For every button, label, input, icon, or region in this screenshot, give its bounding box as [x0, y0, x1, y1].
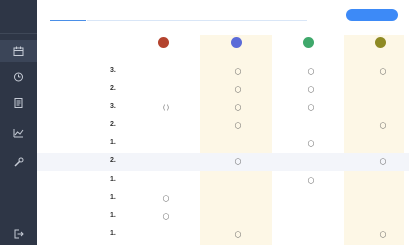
row-date [47, 210, 95, 216]
availability-mark[interactable]: ◯ [234, 104, 242, 112]
row-count: 2. [110, 121, 116, 128]
row-count: 2. [110, 85, 116, 92]
row-count: 3. [110, 103, 116, 110]
table-row[interactable]: 2. ◯ ◯ [37, 117, 409, 135]
availability-mark[interactable]: ◯ [234, 86, 242, 94]
column-header[interactable] [303, 35, 317, 63]
title-underline [50, 20, 86, 21]
row-date [47, 119, 95, 125]
availability-mark[interactable]: ◯ [379, 122, 387, 130]
column-header[interactable] [158, 35, 172, 63]
sidebar-item-label [2, 237, 35, 243]
row-count: 1. [110, 230, 116, 237]
sidebar [0, 0, 37, 245]
row-time [47, 235, 95, 241]
sidebar-item-label [2, 106, 35, 112]
sidebar-item-logout[interactable] [0, 223, 37, 245]
availability-mark[interactable]: ◯ [307, 177, 315, 185]
row-time [47, 162, 95, 168]
row-date [47, 228, 95, 234]
wrench-icon [13, 154, 24, 167]
chart-icon [13, 125, 24, 138]
row-count: 1. [110, 212, 116, 219]
column-name [154, 49, 176, 61]
row-time [47, 217, 95, 223]
table-row[interactable]: 1. ◯ [37, 190, 409, 208]
row-time [47, 199, 95, 205]
brand-logo [2, 13, 35, 20]
table-row[interactable]: 1. ◯ [37, 208, 409, 226]
row-count: 2. [110, 157, 116, 164]
availability-mark[interactable]: ◯ [379, 68, 387, 76]
sidebar-item-label [2, 165, 35, 171]
divider [87, 20, 307, 21]
row-date [47, 137, 95, 143]
row-count: 1. [110, 139, 116, 146]
table-row[interactable]: 1. ◯ ◯ [37, 226, 409, 244]
row-count: 3. [110, 67, 116, 74]
row-time [47, 144, 95, 150]
availability-mark[interactable]: ◯ [234, 122, 242, 130]
user-green-avatar [303, 37, 314, 48]
row-count: 1. [110, 194, 116, 201]
row-date [47, 83, 95, 89]
calendar-icon [13, 43, 24, 56]
availability-mark[interactable]: ◯ [307, 140, 315, 148]
row-date [47, 101, 95, 107]
primary-action-button[interactable] [346, 9, 398, 21]
sidebar-item-label [2, 80, 35, 86]
sidebar-item-label [2, 136, 35, 142]
row-time [47, 181, 95, 187]
availability-mark[interactable]: ◯ [307, 104, 315, 112]
sidebar-item-schedule[interactable] [0, 40, 37, 62]
availability-mark[interactable]: ◯ [307, 68, 315, 76]
row-count: 1. [110, 176, 116, 183]
availability-mark[interactable]: ◯ [162, 195, 170, 203]
column-header[interactable] [375, 35, 389, 63]
row-time [47, 126, 95, 132]
row-time [47, 108, 95, 114]
sidebar-item-stats[interactable] [0, 122, 37, 144]
logout-icon [13, 226, 24, 239]
column-name [370, 49, 394, 61]
sidebar-item-report[interactable] [0, 92, 37, 114]
row-time [47, 72, 95, 78]
availability-mark[interactable]: ◯ [234, 68, 242, 76]
column-header[interactable] [231, 35, 245, 63]
table-row[interactable]: 3. ( ) ◯ ◯ [37, 99, 409, 117]
sidebar-brand [0, 0, 37, 34]
table-row[interactable]: 2. ◯ ◯ [37, 153, 409, 171]
user-red-avatar [158, 37, 169, 48]
table-row[interactable]: 2. ◯ ◯ [37, 81, 409, 99]
availability-mark[interactable]: ◯ [307, 86, 315, 94]
user-olive-avatar [375, 37, 386, 48]
page-title [50, 10, 110, 20]
availability-mark[interactable]: ◯ [379, 158, 387, 166]
availability-mark[interactable]: ◯ [234, 158, 242, 166]
sidebar-item-attendance[interactable] [0, 66, 37, 88]
sidebar-item-label [2, 54, 35, 60]
row-date [47, 155, 95, 161]
table-row[interactable]: 1. ◯ [37, 172, 409, 190]
column-name [298, 49, 322, 61]
sidebar-item-settings[interactable] [0, 151, 37, 173]
user-blue-avatar [231, 37, 242, 48]
row-date [47, 65, 95, 71]
row-date [47, 192, 95, 198]
table-row[interactable]: 1. ◯ [37, 135, 409, 153]
table-row[interactable]: 3. ◯ ◯ ◯ [37, 63, 409, 81]
document-icon [13, 95, 24, 108]
availability-mark[interactable]: ( ) [162, 104, 170, 112]
column-name [226, 49, 250, 61]
row-date [47, 174, 95, 180]
availability-mark[interactable]: ◯ [234, 231, 242, 239]
row-time [47, 90, 95, 96]
availability-mark[interactable]: ◯ [379, 231, 387, 239]
top-bar [37, 0, 409, 31]
clock-icon [13, 69, 24, 82]
availability-mark[interactable]: ◯ [162, 213, 170, 221]
